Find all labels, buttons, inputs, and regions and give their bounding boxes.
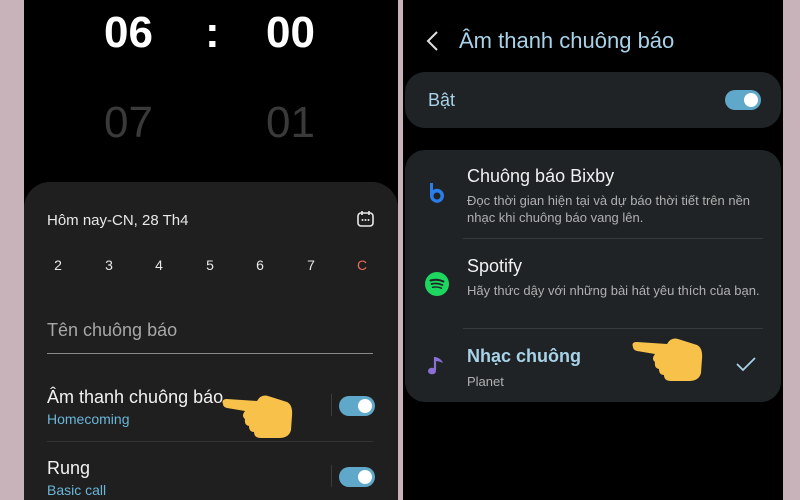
vibration-value: Basic call	[47, 482, 107, 498]
vibration-toggle[interactable]	[339, 467, 375, 487]
day-thu[interactable]: 5	[200, 257, 220, 273]
time-colon: :	[205, 8, 220, 57]
minute-selected[interactable]: 00	[266, 8, 315, 58]
master-toggle[interactable]	[725, 90, 761, 110]
vibration-title[interactable]: Rung	[47, 458, 90, 479]
option-bixby-title[interactable]: Chuông báo Bixby	[467, 166, 614, 187]
back-chevron-icon[interactable]	[425, 30, 441, 52]
alarm-name-input[interactable]: Tên chuông báo	[47, 320, 373, 354]
date-label: Hôm nay-CN, 28 Th4	[47, 212, 189, 229]
option-spotify-title[interactable]: Spotify	[467, 256, 522, 277]
day-sat[interactable]: 7	[301, 257, 321, 273]
master-toggle-row[interactable]: Bật	[405, 72, 781, 128]
divider	[331, 465, 332, 487]
minute-next[interactable]: 01	[266, 98, 315, 148]
day-tue[interactable]: 3	[99, 257, 119, 273]
option-ringtone-title[interactable]: Nhạc chuông	[467, 346, 581, 367]
alarm-edit-screen: 06 : 00 07 01 Hôm nay-CN, 28 Th4 2 3 4 5…	[24, 0, 398, 500]
divider	[47, 441, 373, 442]
sound-options-card: Chuông báo Bixby Đọc thời gian hiện tại …	[405, 150, 781, 402]
pointing-hand-icon	[632, 338, 703, 381]
alarm-sound-title[interactable]: Âm thanh chuông báo	[47, 387, 223, 408]
page-title: Âm thanh chuông báo	[459, 28, 675, 53]
divider	[463, 328, 763, 329]
option-ringtone-desc: Planet	[467, 374, 504, 389]
bixby-icon	[430, 183, 444, 203]
day-wed[interactable]: 4	[149, 257, 169, 273]
calendar-icon[interactable]	[357, 210, 374, 227]
alarm-sound-toggle[interactable]	[339, 396, 375, 416]
spotify-icon	[425, 272, 449, 296]
hour-selected[interactable]: 06	[104, 8, 153, 58]
option-bixby-desc: Đọc thời gian hiện tại và dự báo thời ti…	[467, 193, 751, 225]
day-sun[interactable]: C	[352, 257, 372, 273]
music-note-icon	[428, 357, 443, 375]
alarm-settings-card: Hôm nay-CN, 28 Th4 2 3 4 5 6 7 C Tên chu…	[24, 182, 398, 500]
alarm-sound-screen: Âm thanh chuông báo Bật Chuông báo Bixby…	[403, 0, 783, 500]
alarm-sound-value: Homecoming	[47, 411, 130, 427]
day-fri[interactable]: 6	[250, 257, 270, 273]
hour-next[interactable]: 07	[104, 98, 153, 148]
pointing-hand-icon	[222, 395, 293, 438]
option-spotify-desc: Hãy thức dậy với những bài hát yêu thích…	[467, 283, 760, 298]
check-icon	[736, 357, 756, 372]
master-toggle-label: Bật	[428, 90, 456, 110]
day-mon[interactable]: 2	[48, 257, 68, 273]
divider	[463, 238, 763, 239]
divider	[331, 394, 332, 416]
